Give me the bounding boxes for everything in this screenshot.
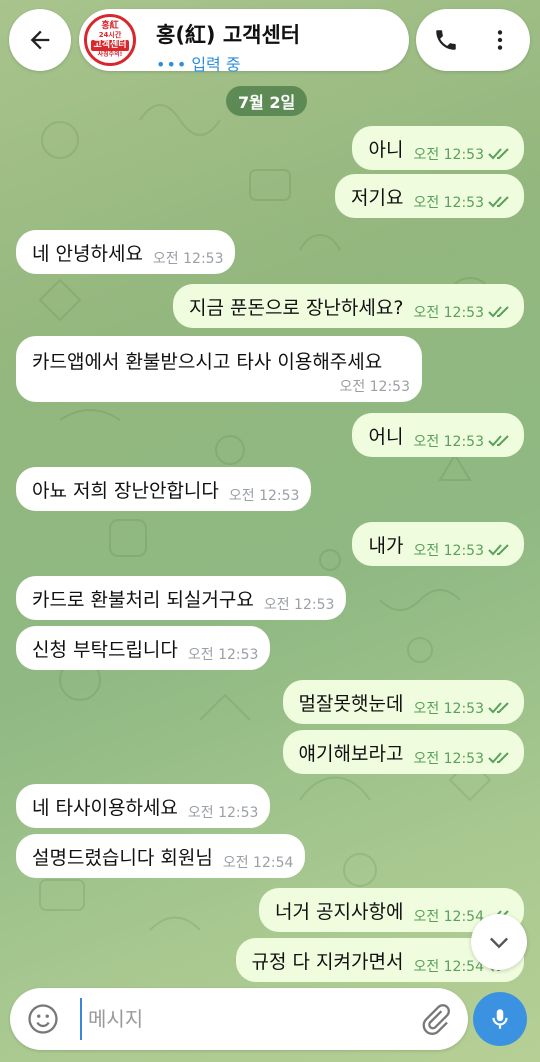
double-check-icon (488, 435, 509, 447)
message-meta: 오전 12:53 (413, 192, 512, 212)
message-text: 아뇨 저희 장난안합니다 (32, 479, 219, 502)
message-time: 오전 12:54 (222, 855, 294, 871)
message-bubble-incoming[interactable]: 아뇨 저희 장난안합니다 오전 12:53 (16, 467, 312, 511)
paperclip-icon[interactable] (418, 1002, 452, 1036)
smiley-icon[interactable] (26, 1002, 60, 1036)
message-bubble-outgoing[interactable]: 어니 오전 12:53 (352, 413, 524, 457)
message-text: 규정 다 지켜가면서 (251, 950, 404, 973)
message-text: 네 타사이용하세요 (32, 796, 178, 819)
message-bubble-incoming[interactable]: 카드앱에서 환불받으시고 타사 이용해주세요 오전 12:53 (16, 336, 422, 402)
double-check-icon (488, 752, 509, 764)
message-time: 오전 12:53 (152, 251, 224, 267)
message-text: 지금 푼돈으로 장난하세요? (188, 296, 404, 319)
message-meta: 오전 12:53 (413, 144, 512, 164)
avatar-line-2: 24시간 (98, 31, 122, 39)
message-time: 오전 12:53 (413, 305, 484, 321)
message-text: 너거 공지사항에 (275, 900, 404, 923)
avatar-line-3: 고객센터 (91, 40, 129, 51)
message-meta: 오전 12:53 (413, 748, 512, 768)
message-meta: 오전 12:53 (339, 376, 410, 396)
message-meta: 오전 12:54 (223, 852, 294, 872)
message-bubble-outgoing[interactable]: 저기요 오전 12:53 (334, 174, 524, 218)
message-bubble-outgoing[interactable]: 지금 푼돈으로 장난하세요? 오전 12:53 (172, 284, 524, 328)
scroll-to-bottom-button[interactable] (471, 914, 527, 970)
header-actions (416, 9, 530, 71)
message-bubble-incoming[interactable]: 네 안녕하세요 오전 12:53 (16, 230, 236, 274)
double-check-icon (488, 306, 509, 318)
avatar-line-1: 홍紅 (101, 21, 119, 31)
avatar-line-4: 사칭주의! (97, 51, 123, 58)
message-bubble-outgoing[interactable]: 얘기해보라고 오전 12:53 (282, 730, 524, 774)
message-bubble-outgoing[interactable]: 내가 오전 12:53 (352, 522, 524, 566)
message-text: 아니 (368, 138, 404, 161)
message-time: 오전 12:53 (187, 805, 259, 821)
message-bubble-incoming[interactable]: 카드로 환불처리 되실거구요 오전 12:53 (16, 576, 347, 620)
message-bubble-outgoing[interactable]: 멀잘못햇눈데 오전 12:53 (282, 680, 524, 724)
message-bubble-incoming[interactable]: 신청 부탁드립니다 오전 12:53 (16, 626, 271, 670)
message-meta: 오전 12:53 (188, 644, 259, 664)
chat-title-area[interactable]: 홍紅 24시간 고객센터 사칭주의! 홍(紅) 고객센터 ••• 입력 중 (79, 9, 409, 74)
message-text: 저기요 (350, 186, 404, 209)
message-text: 신청 부탁드립니다 (32, 638, 178, 661)
message-meta: 오전 12:53 (413, 540, 512, 560)
avatar[interactable]: 홍紅 24시간 고객센터 사칭주의! (84, 14, 136, 66)
message-meta: 오전 12:53 (413, 698, 512, 718)
message-time: 오전 12:53 (339, 378, 410, 395)
message-time: 오전 12:54 (413, 909, 484, 925)
message-time: 오전 12:53 (228, 488, 300, 504)
chat-header: 홍紅 24시간 고객센터 사칭주의! 홍(紅) 고객센터 ••• 입력 중 (0, 0, 540, 80)
typing-status: ••• 입력 중 (156, 51, 241, 75)
message-meta: 오전 12:53 (188, 802, 259, 822)
phone-icon (436, 30, 456, 50)
more-options-button[interactable] (480, 20, 520, 60)
message-text: 설명드렸습니다 회원님 (32, 846, 213, 869)
double-check-icon (488, 148, 509, 160)
call-button[interactable] (426, 20, 466, 60)
message-time: 오전 12:53 (187, 647, 259, 663)
chevron-down-icon (490, 937, 508, 949)
double-check-icon (488, 196, 509, 208)
message-text: 카드앱에서 환불받으시고 타사 이용해주세요 (32, 350, 383, 373)
message-meta: 오전 12:53 (153, 248, 224, 268)
message-time: 오전 12:53 (413, 701, 484, 717)
message-input[interactable] (80, 998, 400, 1040)
message-composer (10, 988, 468, 1050)
double-check-icon (488, 702, 509, 714)
arrow-left-icon (30, 30, 50, 50)
message-text: 얘기해보라고 (298, 742, 404, 765)
date-separator: 7월 2일 (226, 86, 308, 116)
message-meta: 오전 12:53 (413, 302, 512, 322)
message-bubble-incoming[interactable]: 네 타사이용하세요 오전 12:53 (16, 784, 271, 828)
typing-status-text: 입력 중 (191, 55, 241, 74)
message-text: 카드로 환불처리 되실거구요 (32, 588, 254, 611)
message-bubble-outgoing[interactable]: 아니 오전 12:53 (352, 126, 524, 170)
typing-dots-icon: ••• (156, 55, 188, 74)
back-button[interactable] (9, 9, 71, 71)
message-time: 오전 12:53 (263, 597, 335, 613)
message-text: 내가 (368, 534, 404, 557)
message-text: 네 안녕하세요 (32, 242, 143, 265)
message-meta: 오전 12:53 (264, 594, 335, 614)
more-vert-icon (497, 30, 503, 50)
microphone-icon (492, 1009, 508, 1029)
voice-record-button[interactable] (473, 992, 527, 1046)
message-time: 오전 12:53 (413, 751, 484, 767)
message-bubble-incoming[interactable]: 설명드렸습니다 회원님 오전 12:54 (16, 834, 306, 878)
message-time: 오전 12:53 (413, 147, 484, 163)
double-check-icon (488, 544, 509, 556)
message-time: 오전 12:54 (413, 959, 484, 975)
message-meta: 오전 12:53 (413, 431, 512, 451)
message-time: 오전 12:53 (413, 195, 484, 211)
message-time: 오전 12:53 (413, 543, 484, 559)
contact-name: 홍(紅) 고객센터 (156, 23, 301, 47)
message-text: 멀잘못햇눈데 (298, 692, 404, 715)
message-text: 어니 (368, 425, 404, 448)
message-time: 오전 12:53 (413, 434, 484, 450)
message-meta: 오전 12:53 (229, 485, 300, 505)
